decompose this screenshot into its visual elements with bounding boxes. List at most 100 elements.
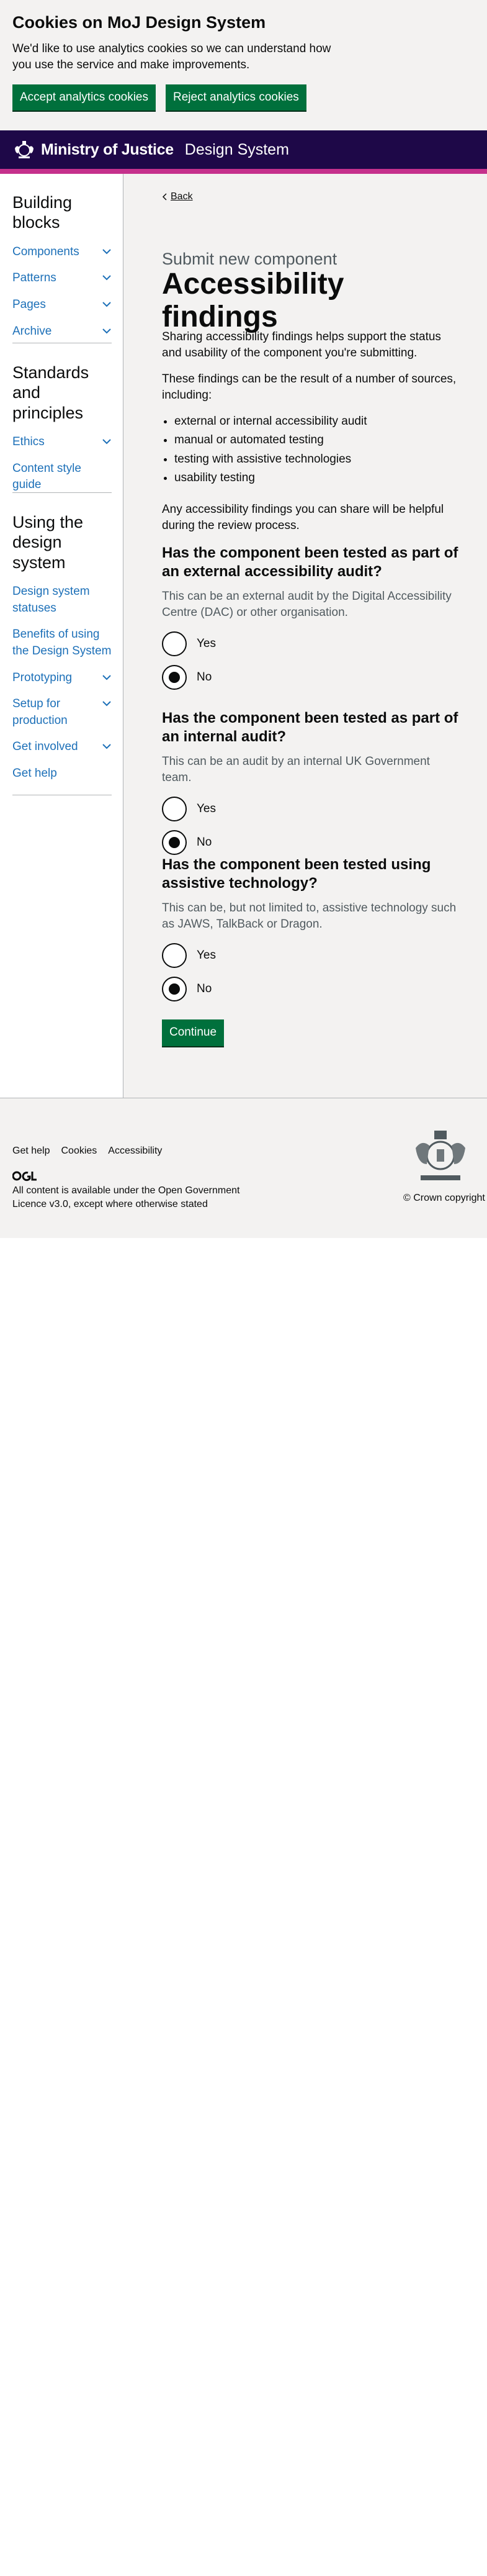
sidebar-item-content-style-guide[interactable]: Content style guide [12,461,112,494]
sidebar-item-label: Get help [12,766,57,780]
chevron-down-icon[interactable] [102,436,112,446]
page-layout: Building blocks Components Patterns Page… [0,174,487,1098]
continue-button[interactable]: Continue [162,1019,225,1046]
radio-yes[interactable]: Yes [162,631,460,657]
question-title: Has the component been tested using assi… [162,856,431,892]
cookie-banner-text: We'd like to use analytics cookies so we… [12,42,331,72]
sidebar-section-using: Using the design system Design system st… [12,512,112,792]
list-item: usability testing [174,469,472,487]
radio-no[interactable]: No [162,830,460,856]
intro-paragraph: These findings can be the result of a nu… [162,373,457,402]
sidebar-item-statuses[interactable]: Design system statuses [12,584,112,617]
sidebar-nav: Building blocks Components Patterns Page… [0,174,123,1098]
sidebar-item-label: Benefits of using the Design System [12,628,112,658]
licence-suffix: , except where otherwise stated [68,1199,208,1210]
sidebar-heading: Building blocks [12,193,73,232]
list-item: manual or automated testing [174,431,472,450]
back-link[interactable]: Back [162,191,460,202]
intro-paragraph: Sharing accessibility findings helps sup… [162,330,441,359]
sidebar-item-label: Components [12,245,79,258]
sidebar-section-standards: Standards and principles Ethics Content … [12,363,112,504]
cookie-banner: Cookies on MoJ Design System We'd like t… [0,0,487,130]
site-footer: Get help Cookies Accessibility All conte… [0,1098,487,1238]
royal-coat-of-arms-icon [416,1131,465,1180]
radio-button[interactable] [162,631,187,657]
sidebar-item-ethics[interactable]: Ethics [12,434,112,451]
radio-label: Yes [197,637,216,651]
chevron-down-icon[interactable] [102,741,112,751]
accept-cookies-button[interactable]: Accept analytics cookies [12,84,156,111]
sidebar-item-label: Content style guide [12,461,81,492]
reject-cookies-button[interactable]: Reject analytics cookies [166,84,306,111]
footer-link-accessibility[interactable]: Accessibility [108,1146,162,1157]
product-name[interactable]: Design System [185,141,289,159]
footer-link-get-help[interactable]: Get help [12,1146,50,1157]
sidebar-item-benefits[interactable]: Benefits of using the Design System [12,626,112,659]
chevron-down-icon[interactable] [102,698,112,708]
footer-link-cookies[interactable]: Cookies [61,1146,97,1157]
radio-button[interactable] [162,797,187,822]
radio-no[interactable]: No [162,977,460,1002]
question-hint: This can be, but not limited to, assisti… [162,902,457,931]
sidebar-divider [12,492,112,493]
copyright-link[interactable]: © Crown copyright [403,1193,485,1203]
sidebar-heading: Using the design system [12,513,84,572]
list-item: external or internal accessibility audit [174,412,472,431]
sidebar-item-label: Patterns [12,271,56,285]
chevron-down-icon[interactable] [102,246,112,256]
sidebar-item-label: Prototyping [12,671,73,684]
radio-label: No [197,836,212,849]
back-link-label: Back [171,191,193,202]
main-content: Back Submit new component Accessibility … [123,174,487,1098]
chevron-down-icon[interactable] [102,326,112,336]
radio-label: Yes [197,949,216,962]
chevron-down-icon[interactable] [102,273,112,282]
sidebar-item-label: Design system statuses [12,585,90,615]
sidebar-item-archive[interactable]: Archive [12,323,112,340]
sidebar-section-building-blocks: Building blocks Components Patterns Page… [12,192,112,350]
page-title: Accessibility findings [162,268,344,333]
radio-no[interactable]: No [162,665,460,690]
footer-links: Get help Cookies Accessibility [12,1146,162,1157]
radio-button[interactable] [162,977,187,1002]
sidebar-item-get-involved[interactable]: Get involved [12,739,112,756]
sidebar-item-get-help[interactable]: Get help [12,766,112,782]
radio-yes[interactable]: Yes [162,943,460,969]
copyright: © Crown copyright [403,1193,485,1204]
sidebar-heading: Standards and principles [12,363,89,422]
sidebar-item-label: Setup for production [12,697,68,727]
chevron-left-icon [162,193,167,201]
sidebar-item-label: Get involved [12,740,78,754]
cookie-buttons: Accept analytics cookies Reject analytic… [12,84,475,111]
licence-text: All content is available under the Open … [12,1184,261,1212]
sidebar-item-label: Archive [12,324,52,338]
page-caption: Submit new component [162,250,337,268]
sidebar-item-setup-for-production[interactable]: Setup for production [12,696,112,729]
brand-name[interactable]: Ministry of Justice [41,141,174,159]
royal-crest-icon [15,141,34,158]
question-hint: This can be an audit by an internal UK G… [162,755,430,784]
radio-button[interactable] [162,830,187,856]
chevron-down-icon[interactable] [102,672,112,682]
radio-label: No [197,982,212,996]
sidebar-item-label: Ethics [12,435,45,449]
chevron-down-icon[interactable] [102,299,112,309]
question-internal-audit: Has the component been tested as part of… [162,709,460,856]
sources-list: external or internal accessibility audit… [162,412,472,488]
licence-prefix: All content is available under the [12,1185,158,1196]
sidebar-item-patterns[interactable]: Patterns [12,270,112,287]
ogl-logo-icon [12,1171,37,1182]
radio-label: Yes [197,802,216,816]
radio-yes[interactable]: Yes [162,797,460,822]
sidebar-item-prototyping[interactable]: Prototyping [12,670,112,687]
sidebar-item-components[interactable]: Components [12,244,112,261]
question-title: Has the component been tested as part of… [162,545,458,580]
radio-button[interactable] [162,665,187,690]
radio-label: No [197,671,212,684]
sidebar-item-pages[interactable]: Pages [12,297,112,314]
radio-button[interactable] [162,943,187,969]
question-external-audit: Has the component been tested as part of… [162,544,460,690]
sidebar-item-label: Pages [12,297,46,311]
cookie-banner-title: Cookies on MoJ Design System [12,13,266,32]
intro-paragraph: Any accessibility findings you can share… [162,503,444,532]
